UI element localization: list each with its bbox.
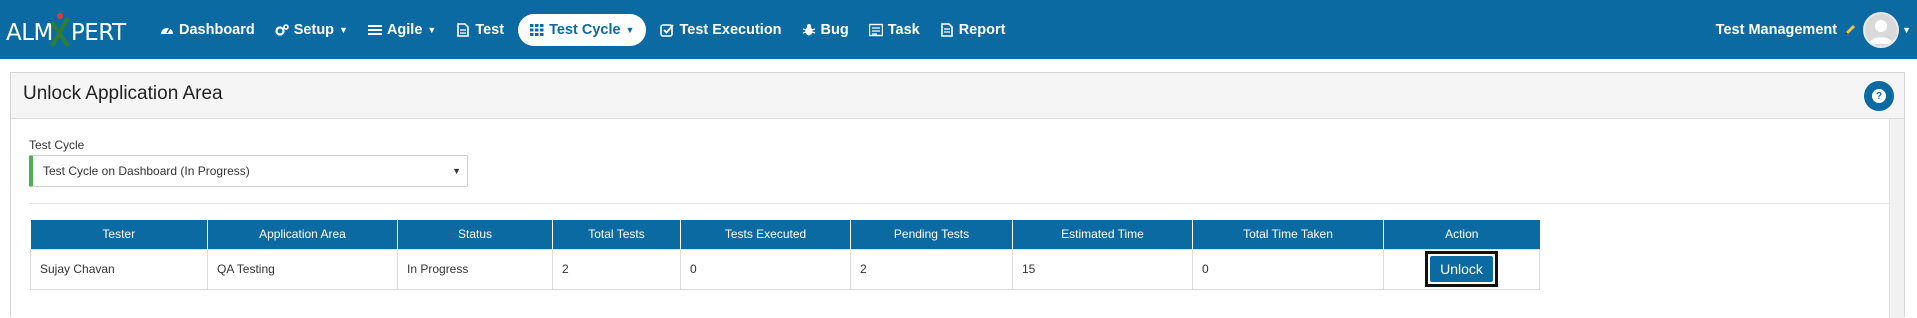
cell-total-tests: 2 <box>552 248 681 290</box>
cell-estimated-time: 15 <box>1012 248 1193 290</box>
nav-item-label: Report <box>958 21 1006 38</box>
nav-item-dashboard[interactable]: Dashboard <box>150 14 265 46</box>
unlock-button[interactable]: Unlock <box>1425 251 1498 287</box>
nav-item-label: Bug <box>820 21 849 38</box>
chevron-down-icon[interactable]: ▼ <box>1902 25 1911 35</box>
bug-icon <box>802 23 816 37</box>
table-row: Sujay Chavan QA Testing In Progress 2 0 … <box>30 248 1540 290</box>
project-name[interactable]: Test Management <box>1716 22 1837 38</box>
test-cycle-select[interactable]: Test Cycle on Dashboard (In Progress) ▼ <box>29 155 468 187</box>
nav-item-label: Agile <box>386 21 423 38</box>
grid-icon <box>530 23 544 37</box>
unlock-button-label: Unlock <box>1430 256 1493 282</box>
dashboard-icon <box>160 23 174 37</box>
nav-item-report[interactable]: Report <box>930 14 1016 46</box>
cell-status: In Progress <box>397 248 553 290</box>
user-silhouette-icon <box>1869 19 1894 44</box>
column-header-application-area[interactable]: Application Area <box>207 220 398 249</box>
column-header-pending-tests[interactable]: Pending Tests <box>850 220 1013 249</box>
column-header-action: Action <box>1383 220 1540 249</box>
cell-tester: Sujay Chavan <box>30 248 208 290</box>
nav-item-label: Dashboard <box>179 21 255 38</box>
report-icon <box>940 22 954 37</box>
nav-item-bug[interactable]: Bug <box>792 14 859 46</box>
nav-item-setup[interactable]: Setup ▼ <box>265 14 358 46</box>
cell-action: Unlock <box>1383 248 1540 290</box>
gears-icon <box>275 23 289 37</box>
panel-header: Unlock Application Area ? <box>11 73 1904 119</box>
dropdown-arrow-icon: ▼ <box>452 166 461 176</box>
main-nav: Dashboard Setup ▼ Agile ▼ Test Test Cycl… <box>150 0 1015 59</box>
column-header-estimated-time[interactable]: Estimated Time <box>1012 220 1193 249</box>
test-cycle-label: Test Cycle <box>29 138 85 152</box>
brand-logo[interactable]: ALM PERT <box>6 10 128 50</box>
nav-item-test-execution[interactable]: Test Execution <box>650 14 791 46</box>
nav-item-label: Test Cycle <box>549 21 621 38</box>
nav-item-label: Setup <box>293 21 335 38</box>
nav-item-label: Test <box>475 21 505 38</box>
vertical-scrollbar[interactable] <box>1889 119 1904 318</box>
page-title: Unlock Application Area <box>23 83 223 104</box>
divider <box>29 203 1889 204</box>
chevron-down-icon: ▼ <box>625 24 635 35</box>
help-button[interactable]: ? <box>1864 81 1894 111</box>
file-icon <box>456 22 470 37</box>
unlock-table: Tester Application Area Status Total Tes… <box>30 220 1540 290</box>
cell-pending-tests: 2 <box>850 248 1013 290</box>
unlock-wrap: Unlock <box>1393 251 1530 287</box>
nav-item-task[interactable]: Task <box>859 14 930 46</box>
nav-item-agile[interactable]: Agile ▼ <box>358 14 446 46</box>
user-menu[interactable]: Test Management ▼ <box>1716 0 1917 59</box>
nav-item-test-cycle[interactable]: Test Cycle ▼ <box>518 13 647 46</box>
table-header-row: Tester Application Area Status Total Tes… <box>30 220 1540 249</box>
column-header-tester[interactable]: Tester <box>30 220 208 249</box>
cell-tests-executed: 0 <box>680 248 851 290</box>
nav-item-test[interactable]: Test <box>446 14 514 46</box>
nav-item-label: Test Execution <box>679 21 782 38</box>
question-icon: ? <box>1872 89 1886 103</box>
chevron-down-icon: ▼ <box>339 24 348 35</box>
top-navbar: ALM PERT Dashboard Setup ▼ Agile ▼ Test T <box>0 0 1917 59</box>
cell-application-area: QA Testing <box>207 248 398 290</box>
pencil-icon[interactable] <box>1843 23 1857 37</box>
tasks-icon <box>868 23 883 37</box>
unlock-panel: Unlock Application Area ? Test Cycle Tes… <box>10 72 1905 318</box>
nav-item-label: Task <box>887 21 920 38</box>
column-header-total-tests[interactable]: Total Tests <box>552 220 681 249</box>
check-square-icon <box>660 23 675 37</box>
chevron-down-icon: ▼ <box>427 24 437 35</box>
test-cycle-selected-value: Test Cycle on Dashboard (In Progress) <box>43 164 250 178</box>
column-header-tests-executed[interactable]: Tests Executed <box>680 220 851 249</box>
cell-total-time-taken: 0 <box>1192 248 1384 290</box>
column-header-status[interactable]: Status <box>397 220 553 249</box>
brand-x-icon <box>50 13 70 48</box>
column-header-total-time-taken[interactable]: Total Time Taken <box>1192 220 1384 249</box>
avatar[interactable] <box>1863 11 1900 48</box>
list-icon <box>367 23 382 37</box>
